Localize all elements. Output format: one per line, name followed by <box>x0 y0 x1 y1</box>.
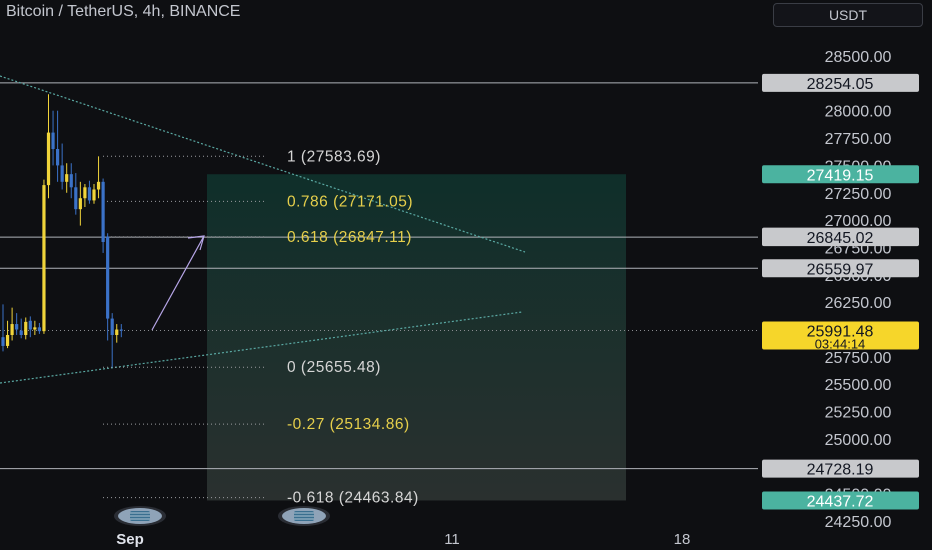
fib-level-label: 1 (27583.69) <box>287 148 381 165</box>
fib-level-label: 0.786 (27171.05) <box>287 193 413 210</box>
time-axis[interactable]: Sep 11 18 <box>116 531 690 548</box>
y-tick-label: 27250.00 <box>825 186 892 203</box>
candle-body <box>42 185 46 332</box>
candle-body <box>37 327 41 332</box>
candle-body <box>10 324 14 335</box>
price-badge-teal-label: 24437.72 <box>807 493 874 510</box>
fib-level-label: -0.618 (24463.84) <box>287 490 419 507</box>
y-tick-label: 24250.00 <box>825 514 892 531</box>
y-tick-label: 28000.00 <box>825 104 892 121</box>
candle-body <box>51 132 55 149</box>
candles <box>1 94 123 368</box>
candle-body <box>69 174 73 188</box>
candle-body <box>46 132 51 186</box>
candle-body <box>83 187 87 199</box>
price-chart[interactable]: 1 (27583.69) 0.786 (27171.05) 0.618 (26847… <box>0 0 932 550</box>
projection-arrow[interactable] <box>151 235 205 331</box>
fib-level-label: 0 (25655.48) <box>287 359 381 376</box>
candle-body <box>74 187 78 210</box>
y-tick-label: 25750.00 <box>825 350 892 367</box>
candle-body <box>33 327 37 330</box>
price-axis[interactable]: 28500.0028250.0028000.0027750.0027500.00… <box>825 49 892 531</box>
chart-title: Bitcoin / TetherUS, 4h, BINANCE <box>6 3 241 20</box>
x-tick-label: Sep <box>116 531 144 548</box>
y-tick-label: 27000.00 <box>825 213 892 230</box>
last-price-countdown: 03:44:14 <box>815 336 866 351</box>
candle-body <box>19 330 23 335</box>
fib-level-label: 0.618 (26847.11) <box>287 229 412 246</box>
y-tick-label: 26250.00 <box>825 295 892 312</box>
y-tick-label: 28500.00 <box>825 49 892 66</box>
fib-level-label: -0.27 (25134.86) <box>287 416 410 433</box>
event-markers[interactable] <box>114 506 330 526</box>
x-tick-label: 11 <box>444 531 460 548</box>
price-badge-label: 28254.05 <box>807 76 874 93</box>
candle-body <box>15 324 19 330</box>
candle-body <box>115 329 119 335</box>
candle-body <box>87 187 92 201</box>
candle-body <box>106 236 110 319</box>
y-tick-label: 25000.00 <box>825 432 892 449</box>
price-badge-teal-label: 27419.15 <box>807 167 874 184</box>
price-badge-label: 26845.02 <box>807 230 874 247</box>
candle-body <box>56 149 60 166</box>
currency-button[interactable]: USDT <box>773 3 923 27</box>
candle-body <box>1 337 5 346</box>
arrow-line[interactable] <box>151 235 205 331</box>
arrow-head <box>187 235 205 251</box>
y-tick-label: 27750.00 <box>825 131 892 148</box>
price-badge-label: 26559.97 <box>807 261 874 278</box>
candle-body <box>92 189 96 201</box>
candle-body <box>24 321 28 335</box>
candle-body <box>78 198 82 210</box>
projection-zone[interactable] <box>207 174 626 501</box>
price-badge-label: 24728.19 <box>807 462 874 479</box>
y-tick-label: 25250.00 <box>825 405 892 422</box>
candle-body <box>5 335 10 346</box>
x-tick-label: 18 <box>674 531 691 548</box>
candle-body <box>110 318 114 335</box>
candle-body <box>65 174 69 182</box>
candle-body <box>96 181 101 190</box>
y-tick-label: 25500.00 <box>825 377 892 394</box>
candle-body <box>60 165 64 182</box>
candle-body <box>101 181 105 242</box>
candle-body <box>119 329 123 331</box>
candle-body <box>28 320 32 330</box>
